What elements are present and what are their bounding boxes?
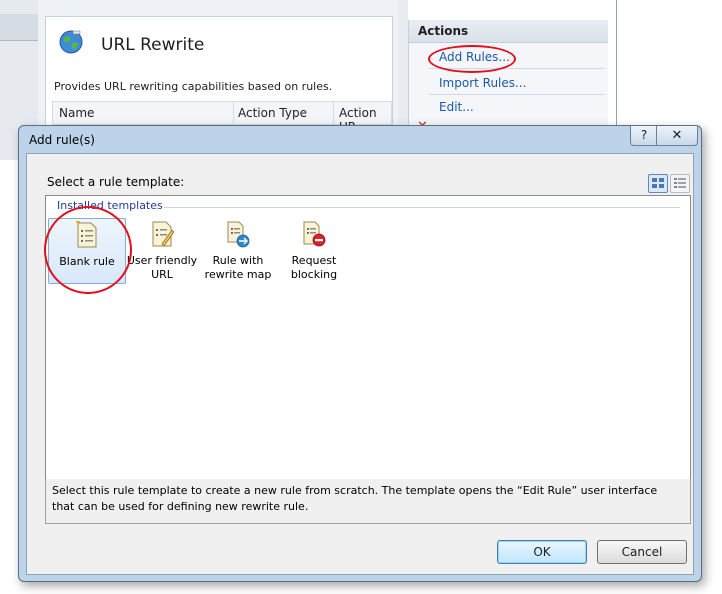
add-rules-link[interactable]: Add Rules... — [439, 50, 510, 64]
list-icon — [674, 178, 686, 188]
templates-list: Installed templates Blank rule User frie… — [44, 195, 691, 480]
list-view-button[interactable] — [670, 174, 690, 193]
column-header-name[interactable]: Name — [59, 106, 94, 120]
action-divider — [429, 94, 605, 95]
template-label: Rule with rewrite map — [204, 254, 272, 281]
group-divider — [164, 207, 680, 208]
template-description-box: Select this rule template to create a ne… — [45, 479, 691, 524]
window-edge-line — [616, 0, 617, 130]
actions-header: Actions — [409, 20, 609, 43]
import-rules-link[interactable]: Import Rules... — [439, 76, 526, 90]
feature-title: URL Rewrite — [101, 35, 205, 55]
help-button[interactable]: ? — [630, 126, 658, 146]
edit-link[interactable]: Edit... — [439, 100, 474, 114]
cancel-button[interactable]: Cancel — [597, 540, 687, 564]
template-user-friendly-url[interactable]: User friendly URL — [124, 218, 200, 282]
large-icons-icon — [652, 178, 664, 188]
template-label: User friendly URL — [126, 254, 198, 281]
installed-templates-group-label: Installed templates — [57, 199, 163, 212]
background-right-area — [608, 0, 722, 130]
column-header-action-type[interactable]: Action Type — [238, 106, 307, 120]
template-label: Request blocking — [290, 254, 338, 281]
column-separator — [333, 102, 334, 124]
dialog-body: Select a rule template: Installed templa… — [26, 153, 694, 575]
column-separator — [233, 102, 234, 124]
rewrite-map-icon — [227, 221, 250, 248]
dialog-title: Add rule(s) — [29, 133, 95, 147]
globe-icon — [59, 30, 83, 54]
template-request-blocking[interactable]: Request blocking — [276, 218, 352, 282]
template-label: Blank rule — [59, 255, 115, 268]
large-icons-view-button[interactable] — [648, 174, 668, 193]
blank-rule-icon — [76, 221, 97, 248]
add-rules-dialog: Add rule(s) ? ✕ Select a rule template: … — [18, 125, 702, 582]
action-divider — [429, 68, 605, 69]
actions-header-label: Actions — [418, 24, 469, 38]
feature-description: Provides URL rewriting capabilities base… — [54, 80, 333, 93]
background-tab-strip — [0, 14, 38, 41]
template-description: Select this rule template to create a ne… — [52, 484, 658, 513]
ok-button[interactable]: OK — [497, 540, 587, 564]
template-rule-with-rewrite-map[interactable]: Rule with rewrite map — [200, 218, 276, 282]
close-button[interactable]: ✕ — [656, 126, 698, 146]
request-blocking-icon — [303, 221, 326, 247]
rules-grid-header: Name Action Type Action UR — [52, 101, 392, 134]
select-template-label: Select a rule template: — [47, 175, 185, 189]
user-friendly-url-icon — [152, 221, 174, 247]
template-blank-rule[interactable]: Blank rule — [48, 218, 126, 284]
